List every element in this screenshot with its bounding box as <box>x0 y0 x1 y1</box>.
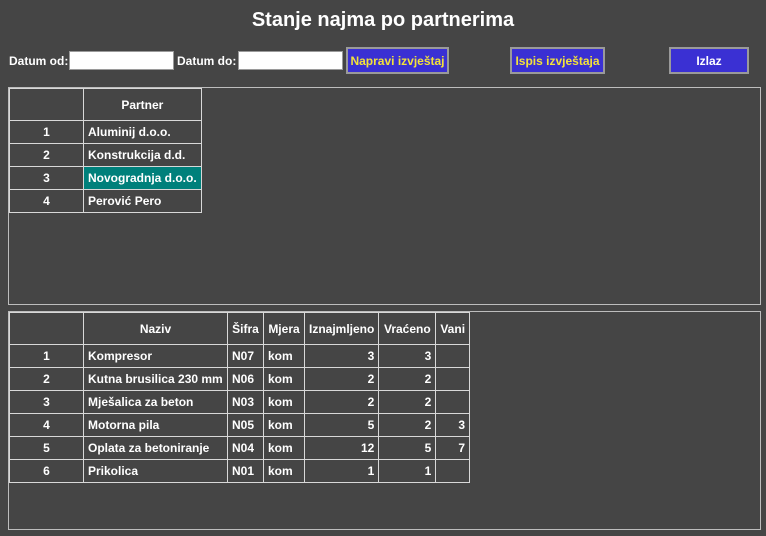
item-rented: 1 <box>303 459 380 483</box>
item-rented: 2 <box>303 367 380 391</box>
item-code: N03 <box>227 390 264 414</box>
item-returned: 1 <box>378 459 437 483</box>
item-row[interactable]: 2 Kutna brusilica 230 mm N06 kom 2 2 <box>9 367 471 391</box>
partners-index-header <box>9 88 84 121</box>
item-unit: kom <box>263 344 305 368</box>
item-row[interactable]: 4 Motorna pila N05 kom 5 2 3 <box>9 413 471 437</box>
iznajmljeno-column-header: Iznajmljeno <box>303 312 380 345</box>
mjera-column-header: Mjera <box>263 312 305 345</box>
item-name: Prikolica <box>83 459 228 483</box>
naziv-column-header: Naziv <box>83 312 228 345</box>
item-returned: 3 <box>378 344 437 368</box>
item-out <box>435 367 471 391</box>
item-returned: 5 <box>378 436 437 460</box>
item-code: N05 <box>227 413 264 437</box>
partner-column-header: Partner <box>83 88 202 121</box>
partner-row-number: 1 <box>9 120 84 144</box>
item-returned: 2 <box>378 390 437 414</box>
item-code: N01 <box>227 459 264 483</box>
item-unit: kom <box>263 436 305 460</box>
partner-name[interactable]: Aluminij d.o.o. <box>83 120 202 144</box>
item-out: 3 <box>435 413 471 437</box>
item-row-number: 3 <box>9 390 84 414</box>
item-unit: kom <box>263 459 305 483</box>
item-rented: 3 <box>303 344 380 368</box>
item-rented: 5 <box>303 413 380 437</box>
partner-row-number: 4 <box>9 189 84 213</box>
partner-name[interactable]: Perović Pero <box>83 189 202 213</box>
item-out: 7 <box>435 436 471 460</box>
partner-row[interactable]: 4 Perović Pero <box>9 189 202 213</box>
item-row-number: 4 <box>9 413 84 437</box>
item-rented: 2 <box>303 390 380 414</box>
item-code: N07 <box>227 344 264 368</box>
item-name: Mješalica za beton <box>83 390 228 414</box>
item-row-number: 6 <box>9 459 84 483</box>
item-name: Kutna brusilica 230 mm <box>83 367 228 391</box>
partner-row-number: 3 <box>9 166 84 190</box>
date-to-input[interactable] <box>238 51 343 70</box>
item-returned: 2 <box>378 413 437 437</box>
partner-row[interactable]: 1 Aluminij d.o.o. <box>9 120 202 144</box>
partner-row-selected[interactable]: 3 Novogradnja d.o.o. <box>9 166 202 190</box>
vani-column-header: Vani <box>435 312 471 345</box>
partner-name[interactable]: Konstrukcija d.d. <box>83 143 202 167</box>
sifra-column-header: Šifra <box>227 312 264 345</box>
item-name: Motorna pila <box>83 413 228 437</box>
exit-button[interactable]: Izlaz <box>669 47 749 74</box>
page-title: Stanje najma po partnerima <box>251 9 515 31</box>
date-to-label: Datum do: <box>177 54 237 68</box>
item-name: Oplata za betoniranje <box>83 436 228 460</box>
item-row-number: 1 <box>9 344 84 368</box>
partner-name[interactable]: Novogradnja d.o.o. <box>83 166 202 190</box>
item-row[interactable]: 1 Kompresor N07 kom 3 3 <box>9 344 471 368</box>
items-panel: Naziv Šifra Mjera Iznajmljeno Vraćeno Va… <box>8 311 761 530</box>
item-unit: kom <box>263 413 305 437</box>
item-unit: kom <box>263 367 305 391</box>
item-row[interactable]: 3 Mješalica za beton N03 kom 2 2 <box>9 390 471 414</box>
item-code: N04 <box>227 436 264 460</box>
item-rented: 12 <box>303 436 380 460</box>
vraceno-column-header: Vraćeno <box>378 312 437 345</box>
date-from-input[interactable] <box>69 51 174 70</box>
item-row-number: 5 <box>9 436 84 460</box>
item-unit: kom <box>263 390 305 414</box>
item-code: N06 <box>227 367 264 391</box>
item-name: Kompresor <box>83 344 228 368</box>
item-out <box>435 459 471 483</box>
partner-row[interactable]: 2 Konstrukcija d.d. <box>9 143 202 167</box>
make-report-button[interactable]: Napravi izvještaj <box>346 47 449 74</box>
print-report-button[interactable]: Ispis izvještaja <box>510 47 605 74</box>
item-row-number: 2 <box>9 367 84 391</box>
item-returned: 2 <box>378 367 437 391</box>
date-from-label: Datum od: <box>9 54 69 68</box>
items-index-header <box>9 312 84 345</box>
partners-panel: Partner 1 Aluminij d.o.o. 2 Konstrukcija… <box>8 87 761 305</box>
items-table: Naziv Šifra Mjera Iznajmljeno Vraćeno Va… <box>9 312 471 483</box>
partners-table: Partner 1 Aluminij d.o.o. 2 Konstrukcija… <box>9 88 202 213</box>
item-row[interactable]: 6 Prikolica N01 kom 1 1 <box>9 459 471 483</box>
item-out <box>435 344 471 368</box>
item-out <box>435 390 471 414</box>
item-row[interactable]: 5 Oplata za betoniranje N04 kom 12 5 7 <box>9 436 471 460</box>
partner-row-number: 2 <box>9 143 84 167</box>
